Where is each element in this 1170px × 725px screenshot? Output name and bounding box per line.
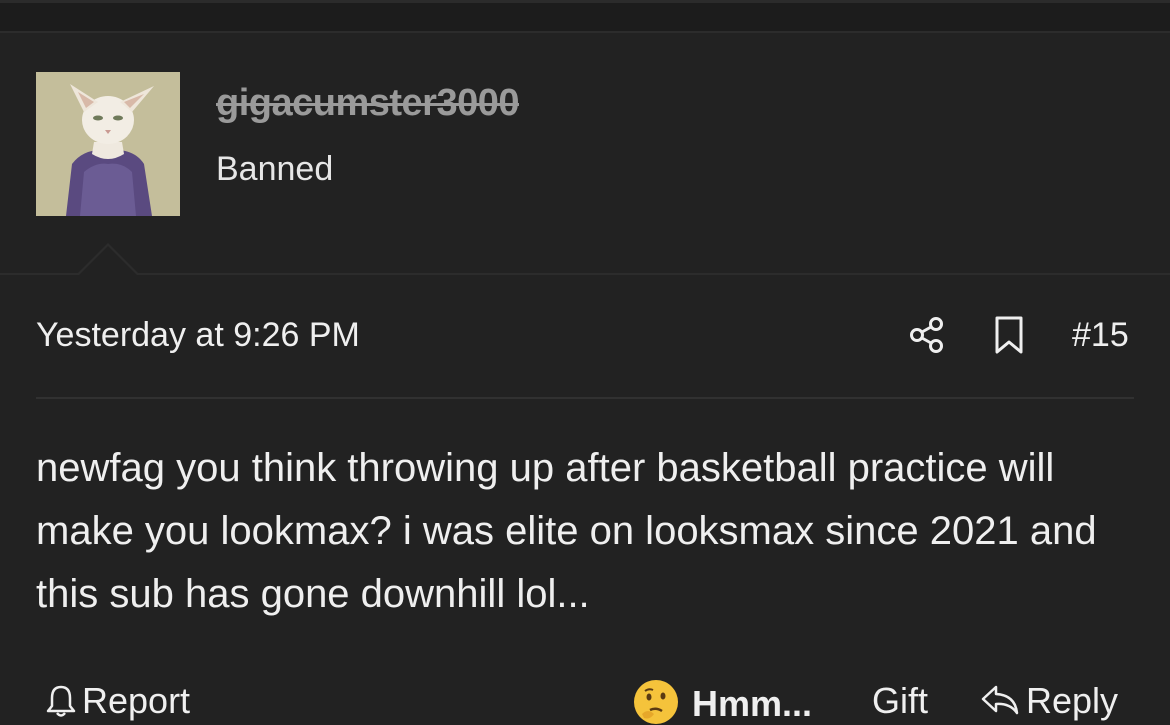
report-label: Report	[82, 680, 191, 721]
header-pointer-inner	[78, 246, 138, 276]
user-title: Banned	[216, 150, 334, 188]
post-number-link[interactable]: #15	[1072, 316, 1129, 355]
post-timestamp[interactable]: Yesterday at 9:26 PM	[36, 316, 360, 355]
post-actions: Report Hmm... Gift Reply	[0, 670, 1170, 724]
avatar-image	[36, 72, 180, 216]
reaction-button[interactable]: Hmm...	[634, 680, 812, 725]
bell-icon	[46, 685, 76, 717]
reply-arrow-icon	[981, 685, 1019, 715]
reaction-label: Hmm...	[692, 683, 813, 724]
bookmark-icon[interactable]	[992, 315, 1026, 355]
post-body: newfag you think throwing up after baske…	[36, 446, 1097, 616]
username-link[interactable]: gigacumster3000	[216, 82, 520, 125]
reply-label: Reply	[1026, 680, 1119, 721]
thinking-face-emoji	[634, 680, 678, 724]
top-strip	[0, 0, 1170, 33]
avatar[interactable]	[36, 72, 180, 216]
divider	[36, 397, 1134, 399]
share-icon[interactable]	[908, 315, 946, 355]
